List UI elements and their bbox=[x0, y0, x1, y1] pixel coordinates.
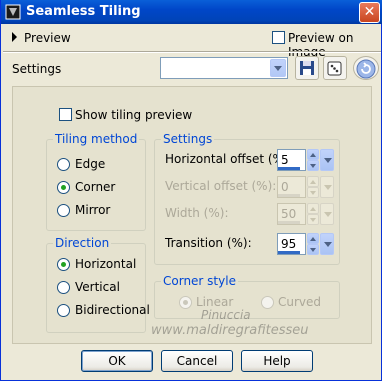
settings-group-title: Settings bbox=[161, 132, 215, 146]
vertical-label[interactable]: Vertical bbox=[75, 280, 120, 294]
tiling-method-title: Tiling method bbox=[53, 132, 140, 146]
help-button[interactable]: Help bbox=[241, 350, 313, 372]
save-preset-button[interactable] bbox=[295, 56, 319, 80]
expand-arrow-icon[interactable] bbox=[12, 32, 17, 42]
watermark-name: Pinuccia bbox=[201, 308, 251, 322]
tiling-method-group: Tiling method Edge Corner Mirror bbox=[46, 132, 146, 231]
radio-corner[interactable] bbox=[57, 181, 70, 194]
ok-button[interactable]: OK bbox=[81, 350, 153, 372]
width-label: Width (%): bbox=[165, 206, 229, 220]
horizontal-offset-label: Horizontal offset (%): bbox=[165, 152, 293, 166]
radio-mirror[interactable] bbox=[57, 204, 70, 217]
preset-combobox[interactable] bbox=[160, 57, 288, 79]
dice-icon bbox=[327, 61, 342, 76]
app-icon bbox=[5, 4, 21, 20]
corner-label[interactable]: Corner bbox=[75, 180, 115, 194]
show-tiling-preview-checkbox[interactable] bbox=[59, 108, 72, 121]
horizontal-label[interactable]: Horizontal bbox=[75, 257, 136, 271]
separator bbox=[3, 51, 381, 53]
window-title: Seamless Tiling bbox=[26, 4, 141, 19]
chevron-down-icon[interactable] bbox=[320, 233, 334, 255]
randomize-button[interactable] bbox=[323, 56, 347, 80]
radio-edge[interactable] bbox=[57, 158, 70, 171]
bidirectional-label[interactable]: Bidirectional bbox=[75, 303, 150, 317]
width-stepper[interactable]: 50 bbox=[277, 203, 334, 225]
edge-label[interactable]: Edge bbox=[75, 157, 105, 171]
save-icon bbox=[300, 61, 314, 75]
reset-icon bbox=[356, 59, 376, 79]
close-button[interactable]: ✕ bbox=[359, 2, 380, 23]
preview-label[interactable]: Preview bbox=[24, 31, 71, 45]
transition-stepper[interactable]: 95 bbox=[277, 233, 334, 255]
increment-icon[interactable] bbox=[307, 176, 319, 187]
radio-vertical[interactable] bbox=[57, 281, 70, 294]
linear-label[interactable]: Linear bbox=[196, 295, 233, 309]
increment-icon[interactable] bbox=[307, 233, 319, 244]
preview-on-image-checkbox[interactable] bbox=[272, 31, 285, 44]
decrement-icon[interactable] bbox=[307, 187, 319, 198]
radio-bidirectional[interactable] bbox=[57, 304, 70, 317]
curved-label[interactable]: Curved bbox=[278, 295, 321, 309]
seamless-tiling-dialog: Seamless Tiling ✕ Preview Preview on Ima… bbox=[0, 0, 382, 381]
title-bar[interactable]: Seamless Tiling ✕ bbox=[1, 0, 382, 24]
corner-style-title: Corner style bbox=[161, 274, 238, 288]
mirror-label[interactable]: Mirror bbox=[75, 203, 110, 217]
horizontal-offset-stepper[interactable]: 5 bbox=[277, 149, 334, 171]
width-slider[interactable] bbox=[278, 221, 300, 224]
transition-slider[interactable] bbox=[278, 251, 300, 254]
decrement-icon[interactable] bbox=[307, 214, 319, 225]
preview-on-image-label[interactable]: Preview on Image bbox=[288, 31, 381, 59]
horizontal-offset-slider[interactable] bbox=[278, 167, 300, 170]
options-panel: Show tiling preview Tiling method Edge C… bbox=[12, 86, 372, 344]
reset-button[interactable] bbox=[353, 56, 379, 80]
close-icon: ✕ bbox=[363, 4, 376, 20]
vertical-offset-stepper[interactable]: 0 bbox=[277, 176, 334, 198]
radio-curved[interactable] bbox=[261, 296, 274, 309]
chevron-down-icon[interactable] bbox=[270, 59, 286, 77]
transition-label: Transition (%): bbox=[165, 236, 252, 250]
settings-group: Settings Horizontal offset (%): 5 Vertic… bbox=[154, 132, 340, 265]
vertical-offset-slider[interactable] bbox=[278, 194, 300, 197]
decrement-icon[interactable] bbox=[307, 160, 319, 171]
cancel-button[interactable]: Cancel bbox=[161, 350, 233, 372]
direction-title: Direction bbox=[53, 236, 112, 250]
radio-horizontal[interactable] bbox=[57, 258, 70, 271]
chevron-down-icon[interactable] bbox=[320, 203, 334, 225]
decrement-icon[interactable] bbox=[307, 244, 319, 255]
chevron-down-icon[interactable] bbox=[320, 176, 334, 198]
direction-group: Direction Horizontal Vertical Bidirectio… bbox=[46, 236, 150, 333]
chevron-down-icon[interactable] bbox=[320, 149, 334, 171]
radio-linear[interactable] bbox=[179, 296, 192, 309]
increment-icon[interactable] bbox=[307, 149, 319, 160]
settings-label: Settings bbox=[12, 62, 62, 76]
watermark-url: www.maldiregrafitesseu bbox=[151, 323, 309, 338]
vertical-offset-label: Vertical offset (%): bbox=[165, 179, 277, 193]
increment-icon[interactable] bbox=[307, 203, 319, 214]
show-tiling-preview-label[interactable]: Show tiling preview bbox=[75, 108, 192, 122]
